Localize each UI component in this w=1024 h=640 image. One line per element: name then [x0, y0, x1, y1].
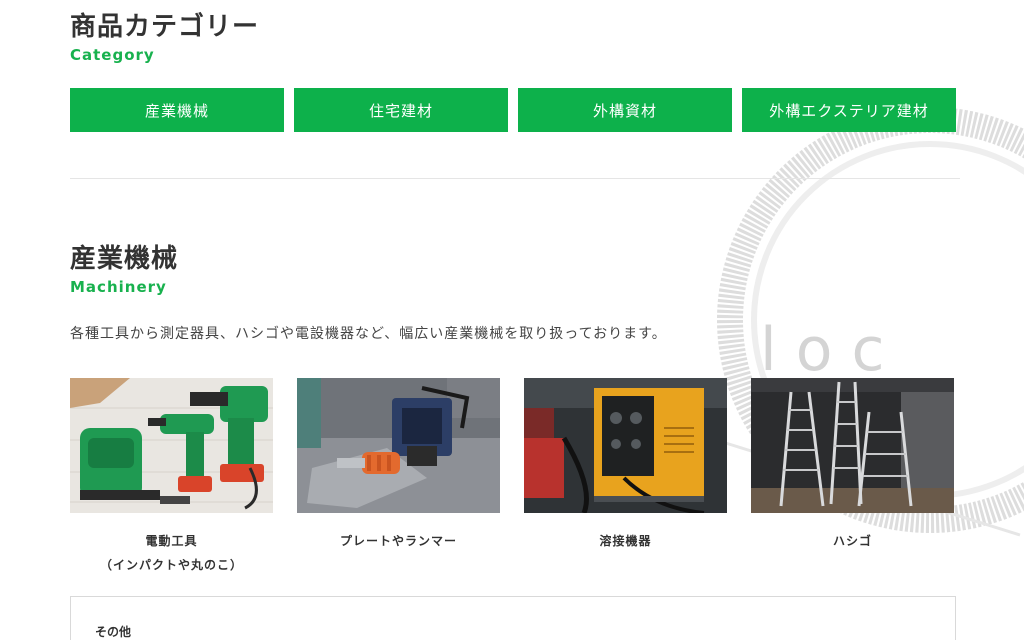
- category-buttons: 産業機械 住宅建材 外構資材 外構エクステリア建材: [70, 88, 956, 132]
- category-subtitle: Category: [70, 46, 155, 64]
- other-category-title: その他: [95, 625, 132, 639]
- product-card-power-tools[interactable]: 電動工具 （インパクトや丸のこ）: [70, 378, 273, 577]
- product-name: ハシゴ: [832, 534, 872, 548]
- category-title: 商品カテゴリー: [70, 12, 260, 42]
- product-label: プレートやランマー: [297, 529, 500, 553]
- category-button-exterior-materials[interactable]: 外構資材: [518, 88, 732, 132]
- category-button-housing[interactable]: 住宅建材: [294, 88, 508, 132]
- other-category-box[interactable]: その他: [70, 596, 956, 640]
- product-note: （インパクトや丸のこ）: [99, 558, 243, 572]
- welding-image: [524, 378, 727, 513]
- svg-text:l o c: l o c: [760, 315, 885, 385]
- product-label: ハシゴ: [751, 529, 954, 553]
- machinery-subtitle: Machinery: [70, 278, 167, 296]
- product-card-welding[interactable]: 溶接機器: [524, 378, 727, 577]
- product-label: 電動工具 （インパクトや丸のこ）: [70, 529, 273, 577]
- section-divider: [70, 178, 960, 179]
- machinery-description: 各種工具から測定器具、ハシゴや電設機器など、幅広い産業機械を取り扱っております。: [70, 326, 667, 342]
- product-name: 電動工具: [145, 534, 198, 548]
- power-tools-image: [70, 378, 273, 513]
- product-card-ladders[interactable]: ハシゴ: [751, 378, 954, 577]
- product-name: 溶接機器: [599, 534, 652, 548]
- product-card-plate-rammer[interactable]: プレートやランマー: [297, 378, 500, 577]
- product-grid: 電動工具 （インパクトや丸のこ） プレートやランマー 溶接機器 ハシゴ: [70, 378, 956, 577]
- product-label: 溶接機器: [524, 529, 727, 553]
- category-button-industrial[interactable]: 産業機械: [70, 88, 284, 132]
- product-name: プレートやランマー: [339, 534, 457, 548]
- ladders-image: [751, 378, 954, 513]
- machinery-title: 産業機械: [70, 244, 179, 274]
- category-button-exterior-building[interactable]: 外構エクステリア建材: [742, 88, 956, 132]
- plate-rammer-image: [297, 378, 500, 513]
